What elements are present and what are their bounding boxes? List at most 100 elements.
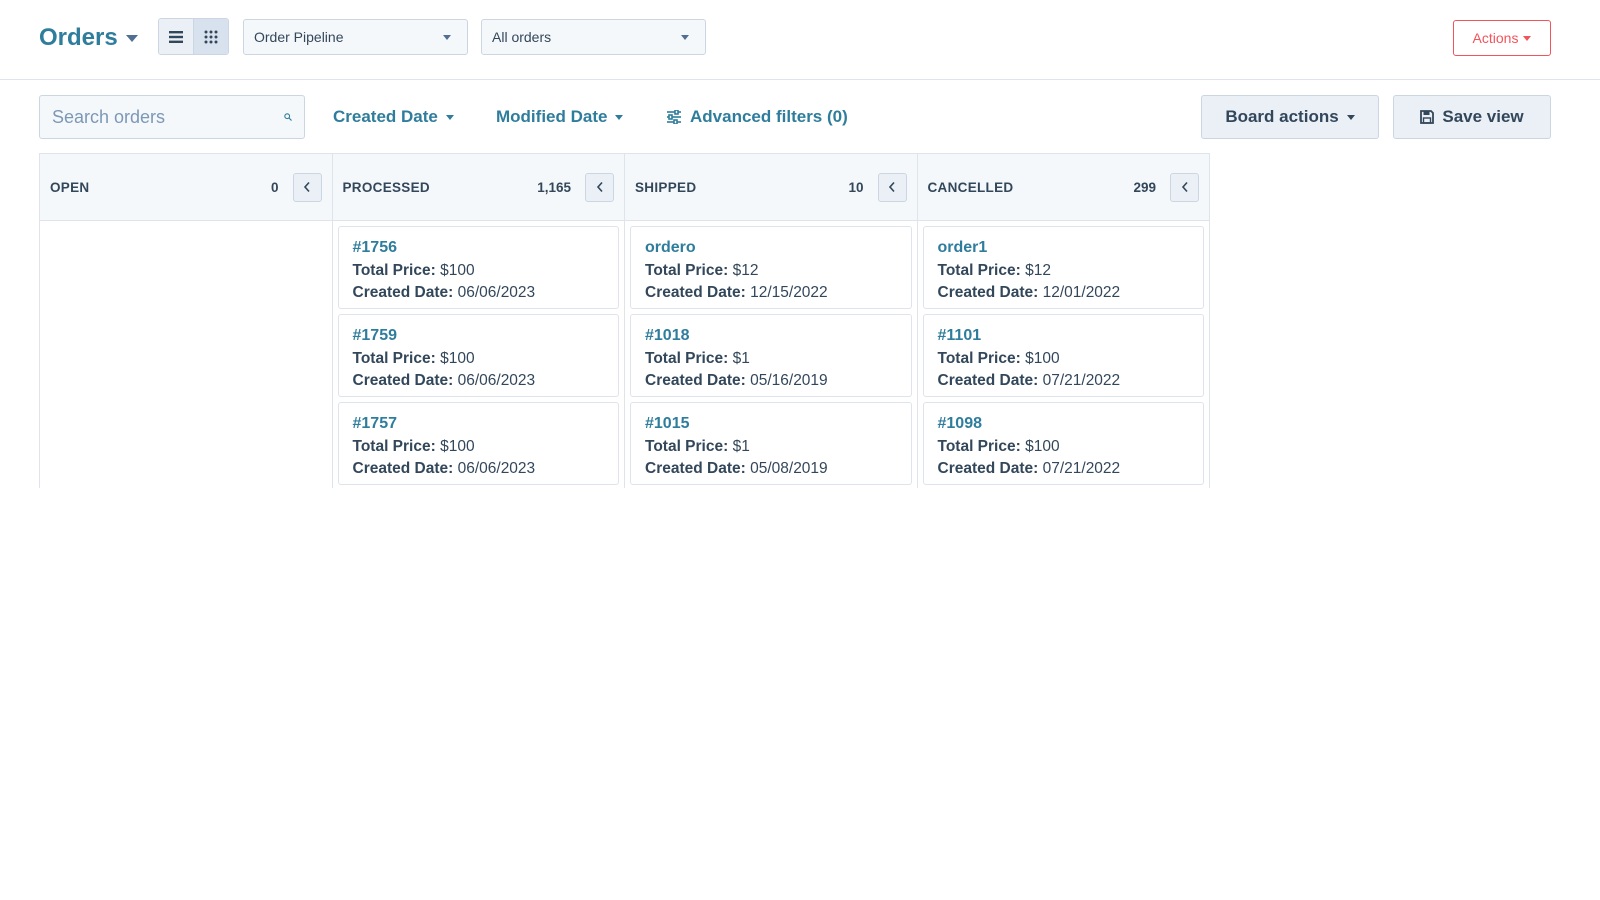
collapse-column-button[interactable] [877, 172, 907, 202]
created-date-label: Created Date: [352, 372, 454, 389]
order-card-title[interactable]: #1015 [645, 413, 897, 436]
created-date-row: Created Date: 05/08/2019 [645, 458, 897, 481]
created-date-row: Created Date: 07/21/2022 [938, 370, 1190, 393]
column-name: SHIPPED [635, 179, 697, 195]
chevron-down-icon [1346, 114, 1355, 120]
board-column-cancelled: CANCELLED 299 order1 Total Price: $12 Cr… [917, 154, 1210, 488]
view-toggle [158, 18, 229, 55]
chevron-down-icon [615, 114, 624, 120]
object-switcher[interactable]: Orders [39, 20, 138, 56]
column-name: OPEN [50, 179, 90, 195]
list-view-icon [169, 30, 183, 43]
board-view-button[interactable] [193, 19, 228, 54]
total-price-label: Total Price: [352, 437, 436, 455]
actions-button[interactable]: Actions [1453, 20, 1551, 56]
column-count: 1,165 [537, 179, 571, 195]
column-header: SHIPPED 10 [625, 154, 917, 221]
pipeline-select[interactable]: Order Pipeline [243, 19, 468, 55]
total-price-row: Total Price: $1 [645, 348, 897, 371]
total-price-value: $12 [732, 261, 759, 279]
search-input[interactable] [52, 106, 284, 128]
created-date-value: 05/08/2019 [750, 460, 828, 477]
save-view-label: Save view [1442, 107, 1524, 126]
order-card[interactable]: #1757 Total Price: $100 Created Date: 06… [337, 402, 619, 485]
chevron-down-icon [681, 34, 689, 40]
order-card-title[interactable]: #1759 [353, 325, 605, 348]
total-price-label: Total Price: [645, 261, 729, 279]
total-price-value: $12 [1025, 261, 1051, 279]
created-date-value: 06/06/2023 [457, 372, 536, 389]
view-select[interactable]: All orders [481, 19, 706, 55]
total-price-value: $100 [440, 437, 475, 455]
created-date-label: Created Date: [352, 284, 454, 301]
chevron-down-icon [125, 34, 138, 42]
created-date-row: Created Date: 06/06/2023 [353, 458, 605, 481]
created-date-label: Created Date: [937, 460, 1039, 477]
total-price-label: Total Price: [645, 349, 729, 367]
order-card[interactable]: #1101 Total Price: $100 Created Date: 07… [922, 314, 1204, 397]
chevron-down-icon [443, 34, 451, 40]
total-price-label: Total Price: [937, 437, 1021, 455]
collapse-column-button[interactable] [1170, 172, 1199, 202]
grid-view-icon [204, 30, 218, 43]
modified-date-filter-label: Modified Date [496, 107, 608, 126]
total-price-row: Total Price: $100 [938, 348, 1190, 371]
top-bar: Orders Order Pipeline All orders Actions [0, 0, 1600, 80]
advanced-filters-label: Advanced filters (0) [690, 107, 848, 126]
chevron-left-icon [1181, 181, 1188, 193]
order-card[interactable]: ordero Total Price: $12 Created Date: 12… [630, 226, 912, 309]
order-card[interactable]: #1756 Total Price: $100 Created Date: 06… [337, 226, 619, 309]
column-cards: ordero Total Price: $12 Created Date: 12… [625, 221, 917, 485]
order-card-title[interactable]: #1757 [353, 413, 605, 436]
actions-button-label: Actions [1472, 30, 1519, 46]
modified-date-filter[interactable]: Modified Date [496, 104, 624, 130]
order-card[interactable]: #1018 Total Price: $1 Created Date: 05/1… [630, 314, 912, 397]
column-count: 0 [270, 179, 279, 195]
search-box [39, 95, 305, 139]
column-count: 10 [848, 179, 864, 195]
sliders-icon [667, 110, 681, 124]
order-card-title[interactable]: #1018 [645, 325, 897, 348]
order-card[interactable]: order1 Total Price: $12 Created Date: 12… [922, 226, 1204, 309]
total-price-row: Total Price: $12 [938, 260, 1190, 283]
total-price-value: $100 [1025, 437, 1060, 455]
column-header: PROCESSED 1,165 [332, 154, 624, 221]
created-date-label: Created Date: [937, 284, 1039, 301]
total-price-label: Total Price: [352, 261, 436, 279]
order-card[interactable]: #1098 Total Price: $100 Created Date: 07… [922, 402, 1204, 485]
search-icon[interactable] [284, 107, 292, 127]
total-price-label: Total Price: [937, 261, 1021, 279]
created-date-row: Created Date: 12/15/2022 [645, 282, 897, 305]
total-price-row: Total Price: $100 [353, 348, 605, 371]
save-view-button[interactable]: Save view [1393, 95, 1551, 139]
created-date-value: 12/15/2022 [750, 284, 828, 301]
page-title: Orders [39, 24, 118, 51]
total-price-label: Total Price: [937, 349, 1021, 367]
created-date-row: Created Date: 06/06/2023 [353, 282, 605, 305]
pipeline-select-value: Order Pipeline [254, 29, 344, 45]
collapse-column-button[interactable] [585, 172, 614, 202]
order-card-title[interactable]: ordero [645, 237, 897, 260]
list-view-button[interactable] [159, 19, 193, 54]
chevron-left-icon [888, 181, 895, 193]
total-price-value: $100 [440, 261, 475, 279]
chevron-down-icon [445, 114, 454, 120]
order-card-title[interactable]: #1756 [353, 237, 605, 260]
collapse-column-button[interactable] [292, 172, 322, 202]
created-date-value: 12/01/2022 [1042, 284, 1121, 301]
order-card[interactable]: #1759 Total Price: $100 Created Date: 06… [337, 314, 619, 397]
chevron-down-icon [1523, 35, 1532, 41]
order-card[interactable]: #1015 Total Price: $1 Created Date: 05/0… [630, 402, 912, 485]
order-card-title[interactable]: #1101 [938, 325, 1190, 348]
board-actions-button[interactable]: Board actions [1201, 95, 1379, 139]
total-price-value: $100 [440, 349, 475, 367]
created-date-filter[interactable]: Created Date [333, 104, 454, 130]
total-price-row: Total Price: $100 [353, 260, 605, 283]
order-card-title[interactable]: #1098 [938, 413, 1190, 436]
advanced-filters-button[interactable]: Advanced filters (0) [666, 104, 848, 130]
order-card-title[interactable]: order1 [938, 237, 1190, 260]
board-column-open: OPEN 0 [40, 154, 333, 488]
column-count: 299 [1133, 179, 1156, 195]
created-date-row: Created Date: 05/16/2019 [645, 370, 897, 393]
board-column-processed: PROCESSED 1,165 #1756 Total Price: $100 … [332, 154, 625, 488]
